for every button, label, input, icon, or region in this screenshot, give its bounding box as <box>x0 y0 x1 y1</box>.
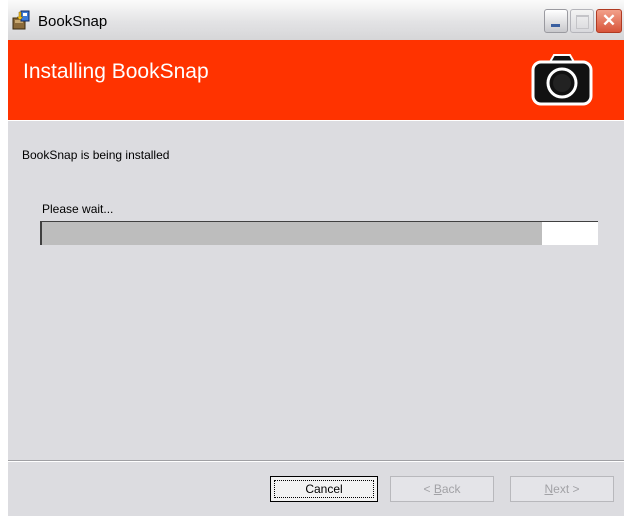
banner-title: Installing BookSnap <box>23 60 209 83</box>
progress-label: Please wait... <box>42 202 114 216</box>
close-button[interactable]: ✕ <box>596 9 622 33</box>
camera-icon <box>531 54 593 106</box>
installer-window: BookSnap ✕ Installing BookSnap BookSnap … <box>8 0 624 516</box>
back-button-mnemonic: B <box>433 482 442 496</box>
back-button[interactable]: < Back <box>390 476 494 502</box>
next-button-mnemonic: N <box>544 482 554 496</box>
progress-bar-fill <box>42 222 543 245</box>
install-status-message: BookSnap is being installed <box>22 148 170 162</box>
close-icon: ✕ <box>601 11 617 30</box>
maximize-button <box>570 9 594 33</box>
minimize-icon <box>551 24 560 27</box>
next-button-label: ext <box>553 482 570 496</box>
title-bar[interactable]: BookSnap ✕ <box>8 0 624 40</box>
window-title: BookSnap <box>38 13 108 30</box>
maximize-icon <box>576 15 589 29</box>
footer-divider-highlight <box>8 461 624 462</box>
cancel-button[interactable]: Cancel <box>270 476 378 502</box>
back-button-prefix: < <box>423 482 434 496</box>
installer-package-icon <box>12 10 30 30</box>
cancel-button-label: Cancel <box>305 482 343 496</box>
progress-bar <box>40 221 598 245</box>
banner-divider <box>8 120 624 121</box>
minimize-button[interactable] <box>544 9 568 33</box>
next-button[interactable]: Next > <box>510 476 614 502</box>
back-button-label: ack <box>441 482 461 496</box>
next-button-suffix: > <box>569 482 580 496</box>
